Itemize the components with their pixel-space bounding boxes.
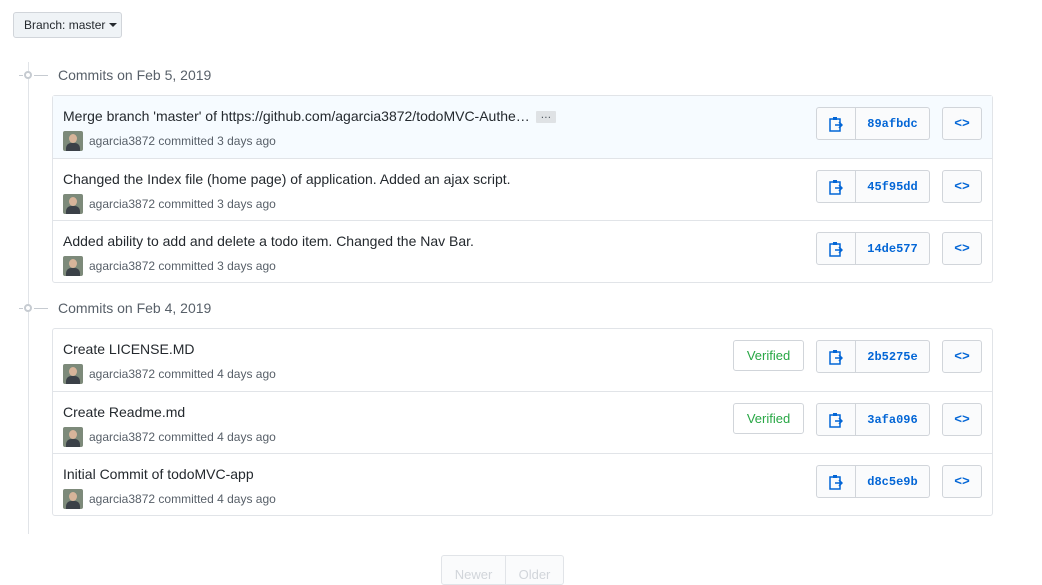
commit-row: Added ability to add and delete a todo i… [53, 220, 992, 282]
author-link[interactable]: agarcia3872 [89, 259, 155, 273]
commit-row: Initial Commit of todoMVC-app agarcia387… [53, 453, 992, 515]
author-link[interactable]: agarcia3872 [89, 492, 155, 506]
commit-time: committed 4 days ago [158, 367, 276, 381]
commit-message-link[interactable]: Create LICENSE.MD [63, 341, 194, 357]
copy-sha-button[interactable] [816, 232, 856, 265]
copy-sha-button[interactable] [816, 403, 856, 436]
branch-name: master [68, 18, 106, 32]
browse-code-button[interactable]: <> [942, 107, 982, 140]
clipboard-icon [829, 474, 843, 490]
older-button[interactable]: Older [506, 555, 564, 585]
commit-sha-link[interactable]: d8c5e9b [856, 465, 930, 498]
clipboard-icon [829, 179, 843, 195]
clipboard-icon [829, 241, 843, 257]
avatar[interactable] [63, 427, 83, 447]
commit-sha-link[interactable]: 3afa096 [856, 403, 930, 436]
commit-message-link[interactable]: Changed the Index file (home page) of ap… [63, 171, 511, 187]
commit-sha-link[interactable]: 45f95dd [856, 170, 930, 203]
avatar[interactable] [63, 256, 83, 276]
commit-time: committed 4 days ago [158, 430, 276, 444]
commit-time: committed 4 days ago [158, 492, 276, 506]
commit-message-link[interactable]: Merge branch 'master' of https://github.… [63, 108, 530, 124]
code-icon: <> [954, 241, 970, 256]
code-icon: <> [954, 179, 970, 194]
clipboard-icon [829, 116, 843, 132]
clipboard-icon [829, 349, 843, 365]
verified-badge[interactable]: Verified [733, 340, 804, 371]
commit-time: committed 3 days ago [158, 259, 276, 273]
commit-sha-link[interactable]: 2b5275e [856, 340, 930, 373]
clipboard-icon [829, 412, 843, 428]
avatar[interactable] [63, 131, 83, 151]
copy-sha-button[interactable] [816, 465, 856, 498]
branch-label: Branch: [24, 18, 66, 32]
commit-row: Create Readme.md agarcia3872 committed 4… [53, 391, 992, 453]
commit-row: Merge branch 'master' of https://github.… [53, 96, 992, 158]
expand-message-button[interactable]: … [535, 110, 556, 124]
browse-code-button[interactable]: <> [942, 232, 982, 265]
code-icon: <> [954, 412, 970, 427]
timeline-line [28, 62, 29, 534]
author-link[interactable]: agarcia3872 [89, 430, 155, 444]
browse-code-button[interactable]: <> [942, 170, 982, 203]
commit-group-heading: Commits on Feb 4, 2019 [19, 300, 212, 316]
commit-time: committed 3 days ago [158, 134, 276, 148]
timeline-dot-icon [24, 304, 32, 312]
code-icon: <> [954, 349, 970, 364]
commit-message-link[interactable]: Create Readme.md [63, 404, 185, 420]
code-icon: <> [954, 116, 970, 131]
commit-sha-link[interactable]: 89afbdc [856, 107, 930, 140]
avatar[interactable] [63, 489, 83, 509]
commit-sha-link[interactable]: 14de577 [856, 232, 930, 265]
browse-code-button[interactable]: <> [942, 465, 982, 498]
commit-row: Changed the Index file (home page) of ap… [53, 158, 992, 220]
commit-group-date: Commits on Feb 4, 2019 [58, 300, 212, 316]
commit-group: Create LICENSE.MD agarcia3872 committed … [52, 328, 993, 516]
copy-sha-button[interactable] [816, 340, 856, 373]
caret-down-icon [109, 23, 118, 27]
avatar[interactable] [63, 194, 83, 214]
commit-group: Merge branch 'master' of https://github.… [52, 95, 993, 283]
commit-time: committed 3 days ago [158, 197, 276, 211]
commit-message-link[interactable]: Added ability to add and delete a todo i… [63, 233, 474, 249]
author-link[interactable]: agarcia3872 [89, 134, 155, 148]
browse-code-button[interactable]: <> [942, 340, 982, 373]
copy-sha-button[interactable] [816, 170, 856, 203]
timeline-dot-icon [24, 71, 32, 79]
avatar[interactable] [63, 364, 83, 384]
newer-button[interactable]: Newer [441, 555, 506, 585]
commit-group-heading: Commits on Feb 5, 2019 [19, 67, 212, 83]
author-link[interactable]: agarcia3872 [89, 197, 155, 211]
commit-row: Create LICENSE.MD agarcia3872 committed … [53, 329, 992, 391]
author-link[interactable]: agarcia3872 [89, 367, 155, 381]
code-icon: <> [954, 474, 970, 489]
copy-sha-button[interactable] [816, 107, 856, 140]
pagination: Newer Older [441, 555, 564, 585]
browse-code-button[interactable]: <> [942, 403, 982, 436]
branch-select-button[interactable]: Branch: master [13, 12, 122, 38]
verified-badge[interactable]: Verified [733, 403, 804, 434]
commit-group-date: Commits on Feb 5, 2019 [58, 67, 212, 83]
commit-message-link[interactable]: Initial Commit of todoMVC-app [63, 466, 254, 482]
